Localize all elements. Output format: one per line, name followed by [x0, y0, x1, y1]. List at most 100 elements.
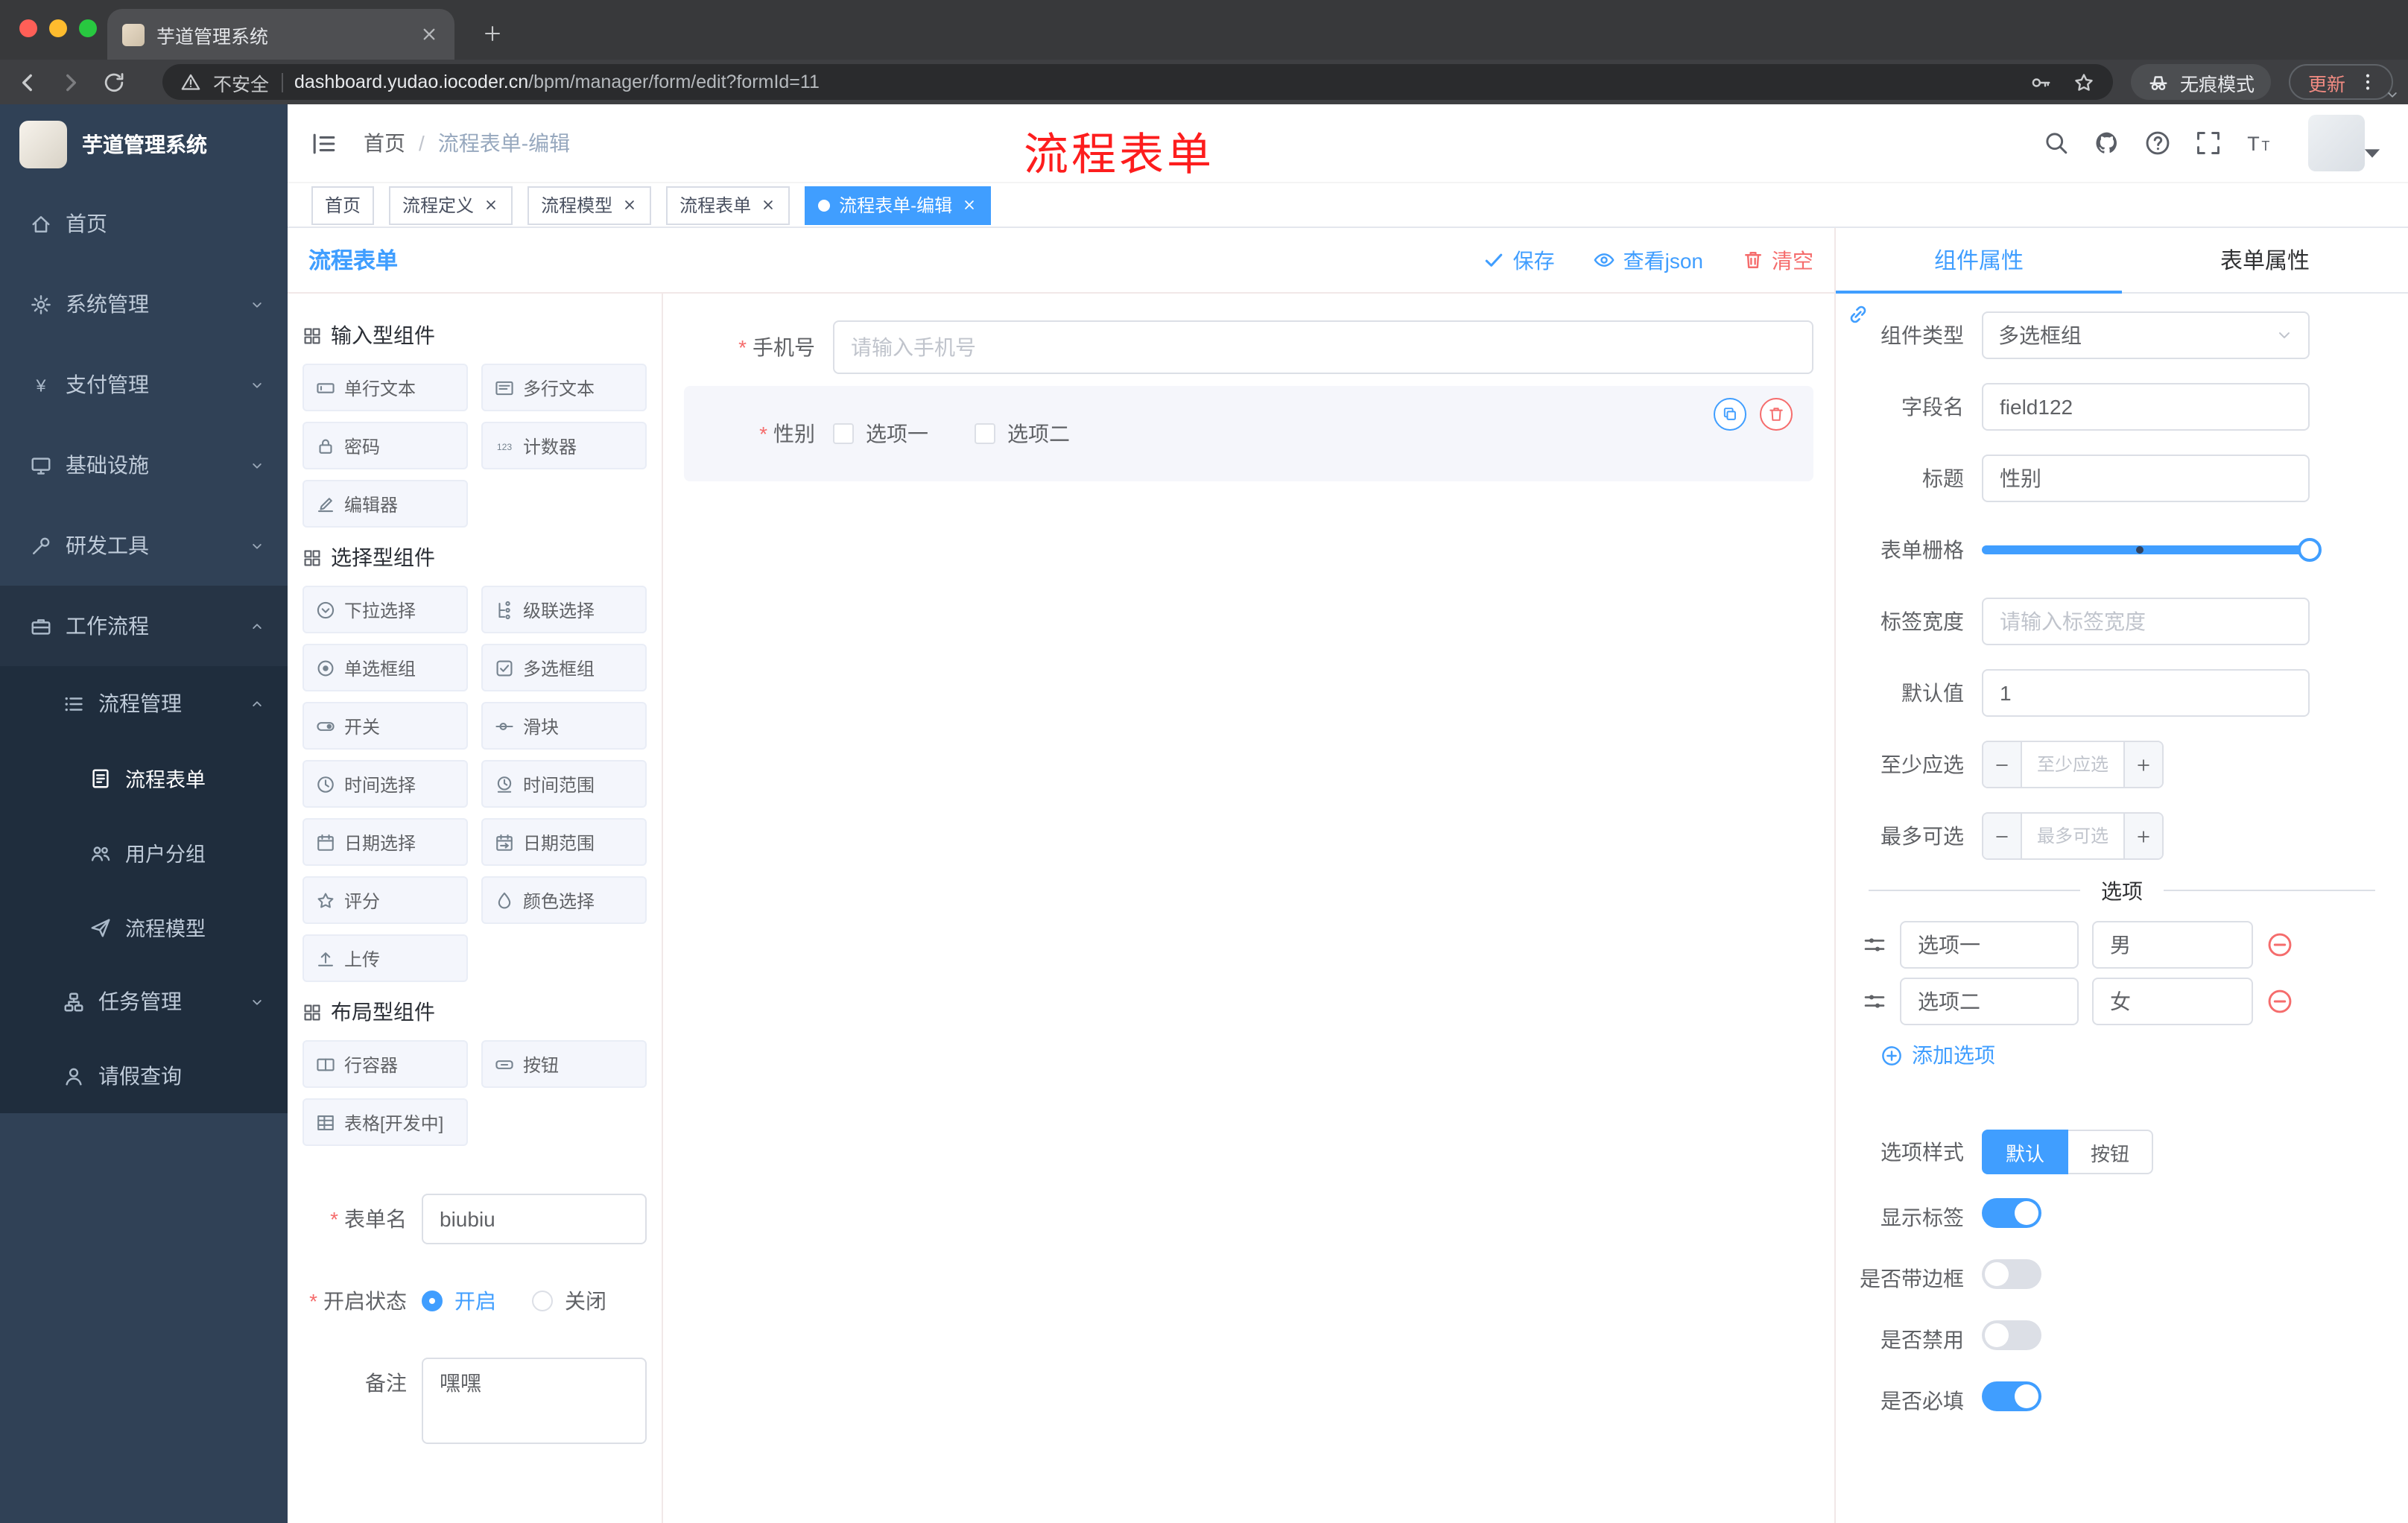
decrease-button[interactable] [1983, 814, 2022, 858]
sidebar-item-leave-query[interactable]: 请假查询 [0, 1039, 288, 1113]
palette-item-date[interactable]: 日期选择 [302, 818, 468, 866]
option-name-input[interactable] [1900, 978, 2079, 1025]
palette-item-switch[interactable]: 开关 [302, 702, 468, 750]
chevron-down-icon[interactable] [2384, 86, 2401, 103]
browser-tab[interactable]: 芋道管理系统 [107, 9, 454, 60]
sidebar-item-process-model[interactable]: 流程模型 [0, 890, 288, 964]
form-name-input[interactable] [422, 1194, 647, 1244]
sidebar-item-devtools[interactable]: 研发工具 [0, 505, 288, 586]
back-icon[interactable] [15, 69, 40, 95]
default-value-input[interactable] [1982, 669, 2310, 717]
sidebar-item-process-manage[interactable]: 流程管理 [0, 666, 288, 741]
font-size-icon[interactable]: TT [2246, 130, 2272, 156]
status-radio-checked[interactable]: 开启 [422, 1286, 496, 1316]
tag-home[interactable]: 首页 [311, 186, 375, 224]
max-select-input[interactable] [2022, 814, 2123, 858]
sidebar-item-payment[interactable]: ¥ 支付管理 [0, 344, 288, 425]
kebab-menu-icon[interactable] [2357, 72, 2378, 92]
component-type-select[interactable]: 多选框组 [1982, 311, 2310, 359]
slider-handle[interactable] [2298, 538, 2322, 562]
palette-item-checkbox-group[interactable]: 多选框组 [481, 644, 647, 691]
avatar[interactable] [2308, 115, 2365, 171]
sidebar-item-home[interactable]: 首页 [0, 183, 288, 264]
forward-icon[interactable] [58, 69, 83, 95]
toggle-show-label[interactable] [1982, 1198, 2041, 1228]
search-icon[interactable] [2043, 130, 2070, 156]
phone-field-row[interactable]: 手机号 [684, 320, 1813, 374]
slider-track[interactable] [1982, 538, 2322, 562]
palette-item-button[interactable]: 按钮 [481, 1040, 647, 1088]
delete-field-button[interactable] [1760, 398, 1793, 431]
reload-icon[interactable] [101, 69, 127, 95]
palette-item-password[interactable]: 密码 [302, 422, 468, 469]
sidebar-item-workflow[interactable]: 工作流程 [0, 586, 288, 666]
palette-item-time-range[interactable]: 时间范围 [481, 760, 647, 808]
update-button[interactable]: 更新 [2288, 64, 2393, 100]
sidebar-item-process-form[interactable]: 流程表单 [0, 741, 288, 815]
close-icon[interactable] [760, 197, 776, 213]
palette-item-time[interactable]: 时间选择 [302, 760, 468, 808]
checkbox-option[interactable]: 选项二 [975, 419, 1070, 449]
close-icon[interactable] [483, 197, 499, 213]
label-width-input[interactable] [1982, 598, 2310, 645]
palette-item-upload[interactable]: 上传 [302, 934, 468, 982]
github-icon[interactable] [2094, 130, 2120, 156]
minimize-window-button[interactable] [49, 19, 67, 37]
palette-item-editor[interactable]: 编辑器 [302, 480, 468, 528]
remove-option-icon[interactable] [2266, 988, 2293, 1015]
sidebar-item-system[interactable]: 系统管理 [0, 264, 288, 344]
add-option-button[interactable]: 添加选项 [1836, 1040, 2408, 1070]
tag-process-model[interactable]: 流程模型 [527, 186, 652, 224]
tag-process-definition[interactable]: 流程定义 [389, 186, 513, 224]
palette-item-cascader[interactable]: 级联选择 [481, 586, 647, 633]
palette-item-date-range[interactable]: 日期范围 [481, 818, 647, 866]
not-secure-icon[interactable] [180, 72, 201, 92]
grid-slider[interactable] [1982, 526, 2322, 574]
save-button[interactable]: 保存 [1483, 245, 1555, 275]
clear-button[interactable]: 清空 [1742, 245, 1813, 275]
increase-button[interactable] [2123, 742, 2162, 787]
drag-handle-icon[interactable] [1863, 933, 1886, 957]
fullscreen-icon[interactable] [2195, 130, 2222, 156]
palette-item-row-container[interactable]: 行容器 [302, 1040, 468, 1088]
tag-process-form[interactable]: 流程表单 [666, 186, 790, 224]
hamburger-icon[interactable] [310, 129, 338, 157]
palette-item-counter[interactable]: 123 计数器 [481, 422, 647, 469]
maximize-window-button[interactable] [79, 19, 97, 37]
close-icon[interactable] [621, 197, 638, 213]
copy-field-button[interactable] [1714, 398, 1746, 431]
drag-handle-icon[interactable] [1863, 990, 1886, 1013]
palette-item-text-input[interactable]: 单行文本 [302, 364, 468, 411]
palette-item-color[interactable]: 颜色选择 [481, 876, 647, 924]
title-input[interactable] [1982, 455, 2310, 502]
tab-form-props[interactable]: 表单属性 [2122, 228, 2408, 292]
remove-option-icon[interactable] [2266, 931, 2293, 958]
sidebar-item-user-group[interactable]: 用户分组 [0, 815, 288, 890]
palette-item-table[interactable]: 表格[开发中] [302, 1098, 468, 1146]
breadcrumb-home[interactable]: 首页 [364, 128, 405, 158]
close-icon[interactable] [961, 197, 978, 213]
option-value-input[interactable] [2092, 978, 2253, 1025]
palette-item-select[interactable]: 下拉选择 [302, 586, 468, 633]
status-radio-unchecked[interactable]: 关闭 [532, 1286, 606, 1316]
option-value-input[interactable] [2092, 921, 2253, 969]
tab-close-icon[interactable] [419, 24, 440, 45]
tag-process-form-edit[interactable]: 流程表单-编辑 [805, 186, 992, 224]
close-window-button[interactable] [19, 19, 37, 37]
checkbox-option[interactable]: 选项一 [833, 419, 928, 449]
palette-item-slider[interactable]: 滑块 [481, 702, 647, 750]
sidebar-item-infrastructure[interactable]: 基础设施 [0, 425, 288, 505]
toggle-border[interactable] [1982, 1259, 2041, 1289]
toggle-required[interactable] [1982, 1381, 2041, 1411]
user-menu[interactable] [2308, 115, 2380, 171]
bookmark-star-icon[interactable] [2073, 71, 2095, 93]
min-select-input[interactable] [2022, 742, 2123, 787]
sidebar-item-task-manage[interactable]: 任务管理 [0, 964, 288, 1039]
view-json-button[interactable]: 查看json [1594, 245, 1703, 275]
address-bar[interactable]: 不安全 dashboard.yudao.iocoder.cn/bpm/manag… [162, 64, 2113, 100]
palette-item-radio-group[interactable]: 单选框组 [302, 644, 468, 691]
decrease-button[interactable] [1983, 742, 2022, 787]
phone-input[interactable] [833, 320, 1813, 374]
palette-item-rate[interactable]: 评分 [302, 876, 468, 924]
new-tab-button[interactable] [472, 13, 511, 52]
